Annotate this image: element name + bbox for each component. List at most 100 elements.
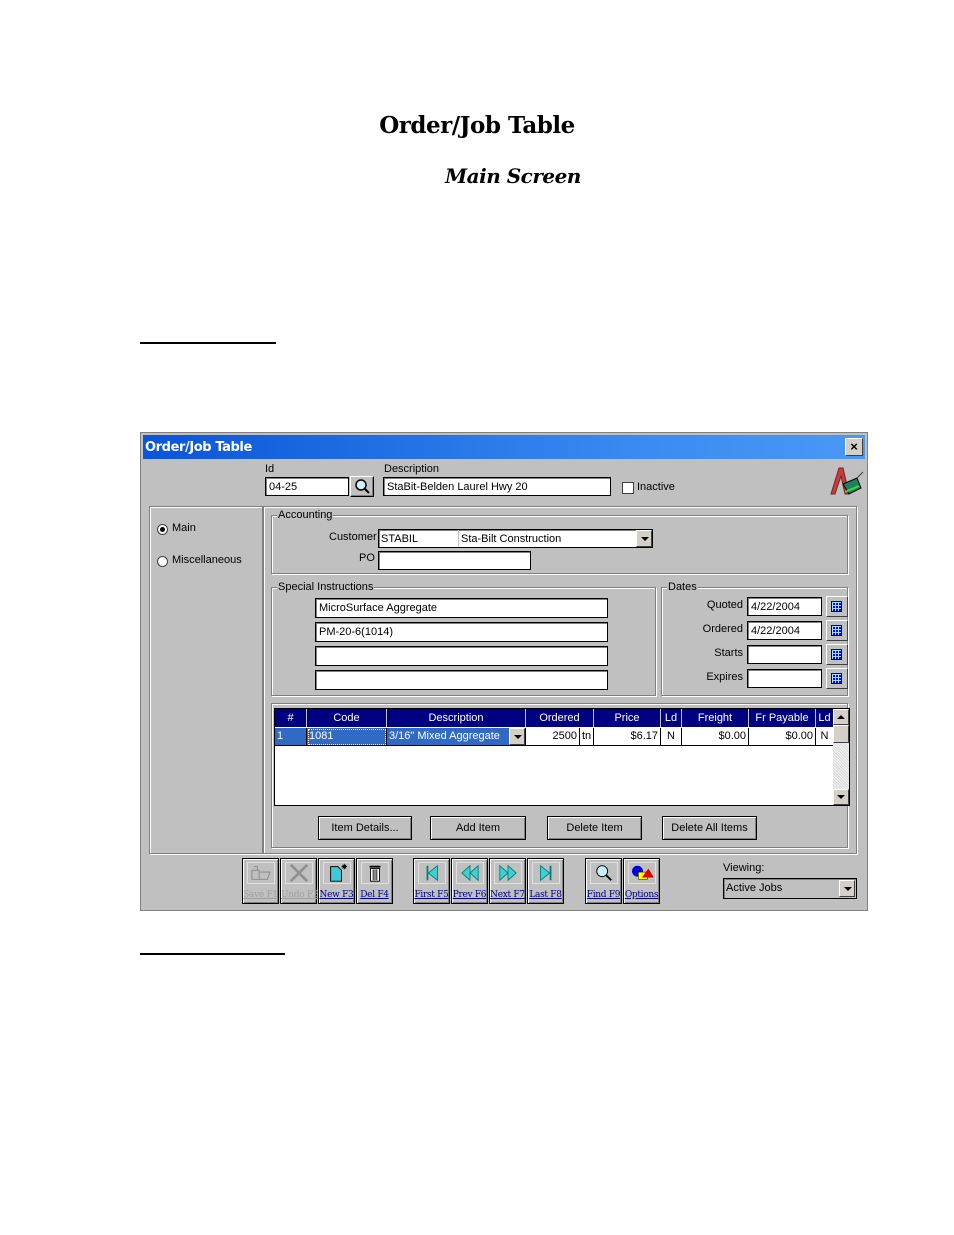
options-shapes-icon [628,862,656,884]
delete-item-button[interactable]: Delete Item [547,816,642,840]
cell-ld2[interactable]: N [816,728,834,746]
instruction-line-4[interactable] [315,670,608,690]
grid-header-description[interactable]: Description [387,709,526,727]
delete-label: Del F4 [360,890,389,900]
nav-radio-main[interactable] [157,524,168,535]
starts-calendar-button[interactable] [826,644,848,665]
cell-ordered[interactable]: 2500 [526,728,580,746]
viewing-dropdown-button[interactable] [839,880,855,897]
quoted-calendar-button[interactable] [826,596,848,617]
section-underline [140,342,276,344]
customer-dropdown-button[interactable] [636,530,652,547]
delete-button[interactable]: Del F4 [356,858,393,904]
ordered-calendar-button[interactable] [826,620,848,641]
grid-header-code[interactable]: Code [307,709,387,727]
last-button[interactable]: Last F8 [527,858,564,904]
inactive-label: Inactive [637,481,675,493]
description-field[interactable]: StaBit-Belden Laurel Hwy 20 [383,477,611,496]
nav-label-miscellaneous: Miscellaneous [172,554,242,566]
cell-unit[interactable]: tn [580,728,594,746]
options-button[interactable]: Options [623,858,660,904]
cell-num[interactable]: 1 [275,728,307,746]
app-logo-icon [830,467,864,495]
grid-header-price[interactable]: Price [594,709,661,727]
prev-button[interactable]: Prev F6 [451,858,488,904]
delete-all-items-button[interactable]: Delete All Items [662,816,757,840]
nav-panel: Main Miscellaneous [149,506,263,854]
ordered-label: Ordered [702,623,743,635]
last-label: Last F8 [529,890,562,900]
grid-scrollbar[interactable] [833,709,849,805]
grid-header-num[interactable]: # [275,709,307,727]
customer-combobox[interactable]: STABIL Sta-Bilt Construction [378,529,653,548]
add-item-button[interactable]: Add Item [430,816,526,840]
options-label: Options [624,890,659,900]
grid-header-ld[interactable]: Ld [661,709,682,727]
lookup-button[interactable] [350,476,374,497]
find-magnifier-icon [590,862,618,884]
viewing-value: Active Jobs [726,882,783,894]
calendar-icon [831,625,842,636]
cell-freight[interactable]: $0.00 [682,728,749,746]
id-field[interactable]: 04-25 [265,477,349,496]
cell-ld[interactable]: N [661,728,682,746]
quoted-date-field[interactable]: 4/22/2004 [747,597,822,616]
ordered-date-field[interactable]: 4/22/2004 [747,621,822,640]
expires-calendar-button[interactable] [826,668,848,689]
find-button[interactable]: Find F9 [585,858,622,904]
grid-header-freight[interactable]: Freight [682,709,749,727]
inactive-checkbox[interactable] [622,482,634,494]
cell-description-text: 3/16" Mixed Aggregate [389,730,500,742]
scroll-down-button[interactable] [833,789,849,805]
cell-price[interactable]: $6.17 [594,728,661,746]
po-label: PO [359,552,375,564]
cell-fr-payable[interactable]: $0.00 [749,728,816,746]
new-document-icon [323,862,351,884]
items-grid[interactable]: # Code Description Ordered Price Ld Frei… [274,708,850,806]
close-button[interactable]: × [845,438,863,456]
special-instructions-group: Special Instructions MicroSurface Aggreg… [271,581,656,696]
last-record-icon [532,862,560,884]
trash-icon [361,862,389,884]
cell-code[interactable]: 1081 [307,728,387,746]
new-button[interactable]: New F3 [318,858,355,904]
description-dropdown-button[interactable] [509,728,525,745]
column-divider [458,530,459,547]
document-title: Order/Job Table [379,112,575,139]
previous-record-icon [456,862,484,884]
save-folder-icon [247,862,275,884]
new-label: New F3 [319,890,354,900]
grid-header-fr-payable[interactable]: Fr Payable [749,709,816,727]
instruction-line-1[interactable]: MicroSurface Aggregate [315,598,608,618]
customer-name: Sta-Bilt Construction [461,533,562,545]
grid-header-ld2[interactable]: Ld [816,709,834,727]
first-button[interactable]: First F5 [413,858,450,904]
window-title: Order/Job Table [145,440,252,455]
po-field[interactable] [378,551,531,570]
grid-header-ordered[interactable]: Ordered [526,709,594,727]
save-button[interactable]: Save F1 [242,858,279,904]
expires-label: Expires [706,671,743,683]
calendar-icon [831,649,842,660]
expires-date-field[interactable] [747,669,822,688]
viewing-label: Viewing: [723,862,765,874]
viewing-select[interactable]: Active Jobs [723,878,857,899]
nav-label-main: Main [172,522,196,534]
item-details-button[interactable]: Item Details... [318,816,412,840]
first-label: First F5 [414,890,449,900]
scroll-thumb[interactable] [833,725,849,743]
next-label: Next F7 [490,890,525,900]
special-instructions-title: Special Instructions [277,581,375,593]
nav-radio-miscellaneous[interactable] [157,556,168,567]
instruction-line-3[interactable] [315,646,608,666]
undo-label: Undo F2 [281,890,319,900]
next-button[interactable]: Next F7 [489,858,526,904]
section-underline [140,953,285,955]
cell-description[interactable]: 3/16" Mixed Aggregate [387,728,526,746]
accounting-group-title: Accounting [277,509,334,521]
undo-button[interactable]: Undo F2 [280,858,319,904]
starts-date-field[interactable] [747,645,822,664]
scroll-up-button[interactable] [833,709,849,725]
title-bar[interactable]: Order/Job Table × [143,435,865,459]
instruction-line-2[interactable]: PM-20-6(1014) [315,622,608,642]
